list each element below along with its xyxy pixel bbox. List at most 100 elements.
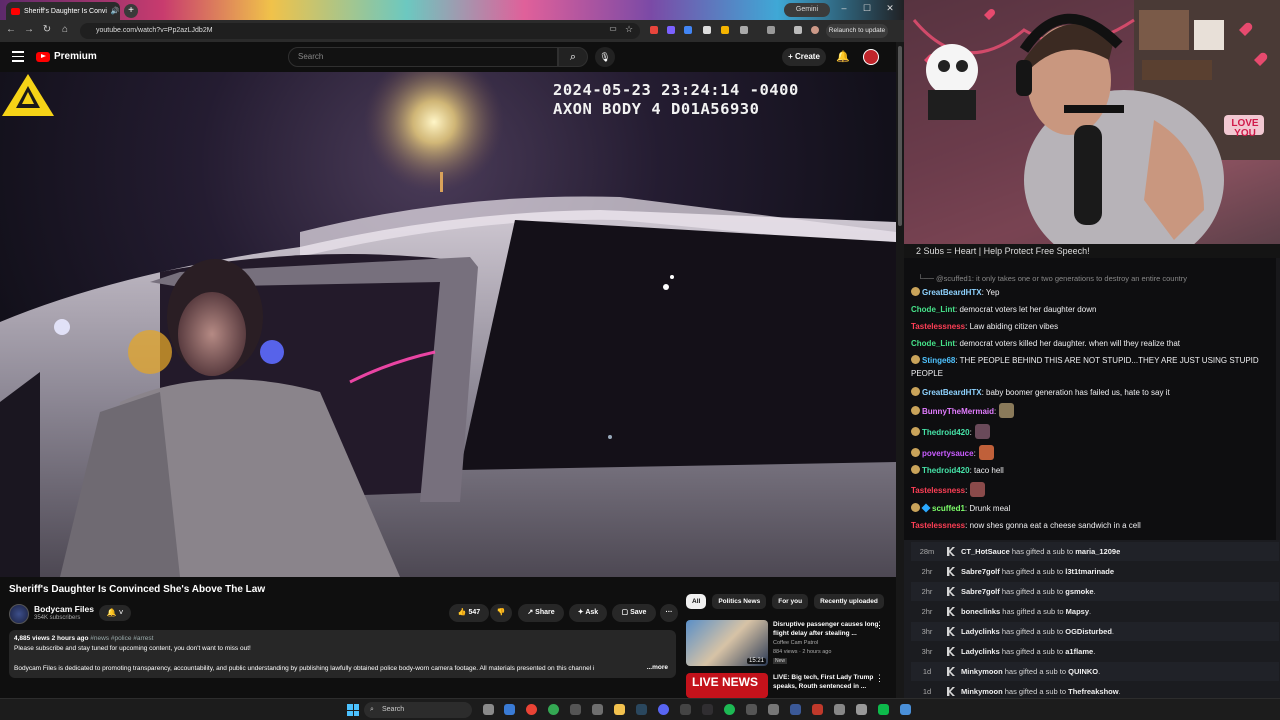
event-target[interactable]: maria_1209e — [1075, 547, 1120, 556]
dislike-button[interactable]: 👎 — [490, 604, 512, 622]
forward-icon[interactable]: → — [22, 24, 36, 35]
task-view-icon[interactable] — [483, 704, 494, 715]
ask-button[interactable]: ✦ Ask — [569, 604, 607, 622]
event-user[interactable]: Sabre7golf — [961, 587, 1000, 596]
channel-avatar[interactable] — [9, 604, 29, 624]
event-user[interactable]: CT_HotSauce — [961, 547, 1010, 556]
chat-emote-icon[interactable] — [999, 403, 1015, 418]
recommendation-item[interactable]: LIVE NEWS LIVE: Big tech, First Lady Tru… — [686, 673, 896, 698]
extension-icon[interactable] — [684, 26, 692, 34]
gemini-button[interactable]: Gemini — [784, 3, 830, 17]
extension-icon[interactable] — [667, 26, 675, 34]
notifications-bell-icon[interactable]: 🔔 — [836, 50, 850, 63]
close-window-button[interactable]: ✕ — [882, 3, 898, 14]
event-user[interactable]: Sabre7golf — [961, 567, 1000, 576]
taskbar-search[interactable]: ⌕ Search — [364, 702, 472, 718]
more-vert-icon[interactable]: ⋮ — [875, 673, 884, 684]
event-target[interactable]: QUINKO — [1068, 667, 1098, 676]
chat-username[interactable]: povertysauce — [922, 449, 974, 458]
event-target[interactable]: a1flame — [1065, 647, 1093, 656]
tab-audio-icon[interactable]: 🔊 — [111, 7, 120, 15]
app-icon[interactable] — [746, 704, 757, 715]
bookmark-star-icon[interactable]: ☆ — [622, 24, 636, 35]
extension-icon[interactable] — [650, 26, 658, 34]
save-button[interactable]: ▢ Save — [612, 604, 656, 622]
chip-all[interactable]: All — [686, 594, 707, 609]
recommendation-item[interactable]: 15:21 Disruptive passenger causes long f… — [686, 620, 896, 668]
description-box[interactable]: 4,885 views 2 hours ago #news #police #a… — [9, 630, 676, 678]
extension-icon[interactable] — [703, 26, 711, 34]
create-button[interactable]: + Create — [782, 48, 826, 66]
scrollbar-thumb[interactable] — [898, 46, 902, 226]
relaunch-button[interactable]: Relaunch to update — [826, 24, 888, 38]
app-icon[interactable] — [856, 704, 867, 715]
app-icon[interactable] — [680, 704, 691, 715]
chat-username[interactable]: Stinge68 — [922, 356, 955, 365]
app-icon[interactable] — [812, 704, 823, 715]
event-target[interactable]: Thefreakshow — [1068, 687, 1118, 696]
more-vert-icon[interactable]: ⋮ — [875, 620, 884, 631]
video-player[interactable]: 2024-05-23 23:24:14 -0400 AXON BODY 4 D0… — [0, 72, 896, 577]
event-user[interactable]: Minkymoon — [961, 667, 1003, 676]
new-tab-button[interactable]: + — [124, 4, 138, 18]
back-icon[interactable]: ← — [4, 24, 18, 35]
event-user[interactable]: boneclinks — [961, 607, 1000, 616]
more-actions-button[interactable]: ··· — [660, 604, 678, 622]
hashtags[interactable]: #news #police #arrest — [90, 635, 153, 642]
downloads-icon[interactable] — [794, 26, 802, 34]
windows-start-icon[interactable] — [347, 704, 359, 716]
reload-icon[interactable]: ↻ — [40, 24, 54, 35]
recommendation-title[interactable]: Disruptive passenger causes long flight … — [773, 620, 883, 638]
subscription-bell-button[interactable]: 🔔 ˅ — [99, 605, 131, 621]
chat-username[interactable]: Tastelessness — [911, 486, 965, 495]
app-icon[interactable] — [570, 704, 581, 715]
chat-username[interactable]: Thedroid420 — [922, 466, 970, 475]
event-target[interactable]: OGDisturbed — [1065, 627, 1112, 636]
steam-icon[interactable] — [636, 704, 647, 715]
chat-emote-icon[interactable] — [970, 482, 986, 497]
maximize-button[interactable]: ☐ — [859, 3, 875, 14]
app-icon[interactable] — [878, 704, 889, 715]
chat-emote-icon[interactable] — [978, 445, 994, 460]
app-icon[interactable] — [900, 704, 911, 715]
url-field[interactable]: youtube.com/watch?v=Pp2azLJdb2M — [80, 23, 640, 39]
chat-username[interactable]: Chode_Lint — [911, 339, 955, 348]
app-icon[interactable] — [592, 704, 603, 715]
event-target[interactable]: Mapsy — [1066, 607, 1089, 616]
app-icon[interactable] — [790, 704, 801, 715]
youtube-logo[interactable]: Premium — [36, 51, 97, 62]
show-more-link[interactable]: ...more — [647, 663, 668, 673]
search-input[interactable]: Search — [288, 47, 558, 67]
menu-icon[interactable] — [12, 51, 24, 63]
app-icon[interactable] — [768, 704, 779, 715]
event-user[interactable]: Ladyclinks — [961, 627, 1000, 636]
cast-icon[interactable]: ▭ — [606, 24, 620, 33]
chat-username[interactable]: Tastelessness — [911, 521, 965, 530]
chat-emote-icon[interactable] — [974, 424, 990, 439]
chat-username[interactable]: scuffed1 — [932, 504, 965, 513]
profile-avatar[interactable] — [811, 26, 819, 34]
app-icon[interactable] — [834, 704, 845, 715]
event-target[interactable]: gsmoke — [1065, 587, 1093, 596]
minimize-button[interactable]: – — [836, 3, 852, 13]
event-target[interactable]: l3t1tmarinade — [1065, 567, 1114, 576]
extensions-puzzle-icon[interactable] — [740, 26, 748, 34]
home-icon[interactable]: ⌂ — [58, 24, 72, 35]
recommendation-channel[interactable]: Coffee Cam Patrol — [773, 640, 818, 646]
sidebar-icon[interactable] — [767, 26, 775, 34]
chrome-icon[interactable] — [548, 704, 559, 715]
edge-icon[interactable] — [504, 704, 515, 715]
chip-for-you[interactable]: For you — [772, 594, 809, 609]
account-avatar[interactable] — [863, 49, 879, 65]
recommendation-thumbnail[interactable]: 15:21 — [686, 620, 768, 666]
event-user[interactable]: Ladyclinks — [961, 647, 1000, 656]
discord-icon[interactable] — [658, 704, 669, 715]
search-icon[interactable]: ⌕ — [558, 47, 588, 67]
spotify-icon[interactable] — [724, 704, 735, 715]
event-user[interactable]: Minkymoon — [961, 687, 1003, 696]
chat-username[interactable]: Chode_Lint — [911, 305, 955, 314]
chip-politics-news[interactable]: Politics News — [712, 594, 767, 609]
chat-username[interactable]: GreatBeardHTX — [922, 388, 982, 397]
channel-name[interactable]: Bodycam Files — [34, 604, 94, 614]
chrome-icon[interactable] — [526, 704, 537, 715]
